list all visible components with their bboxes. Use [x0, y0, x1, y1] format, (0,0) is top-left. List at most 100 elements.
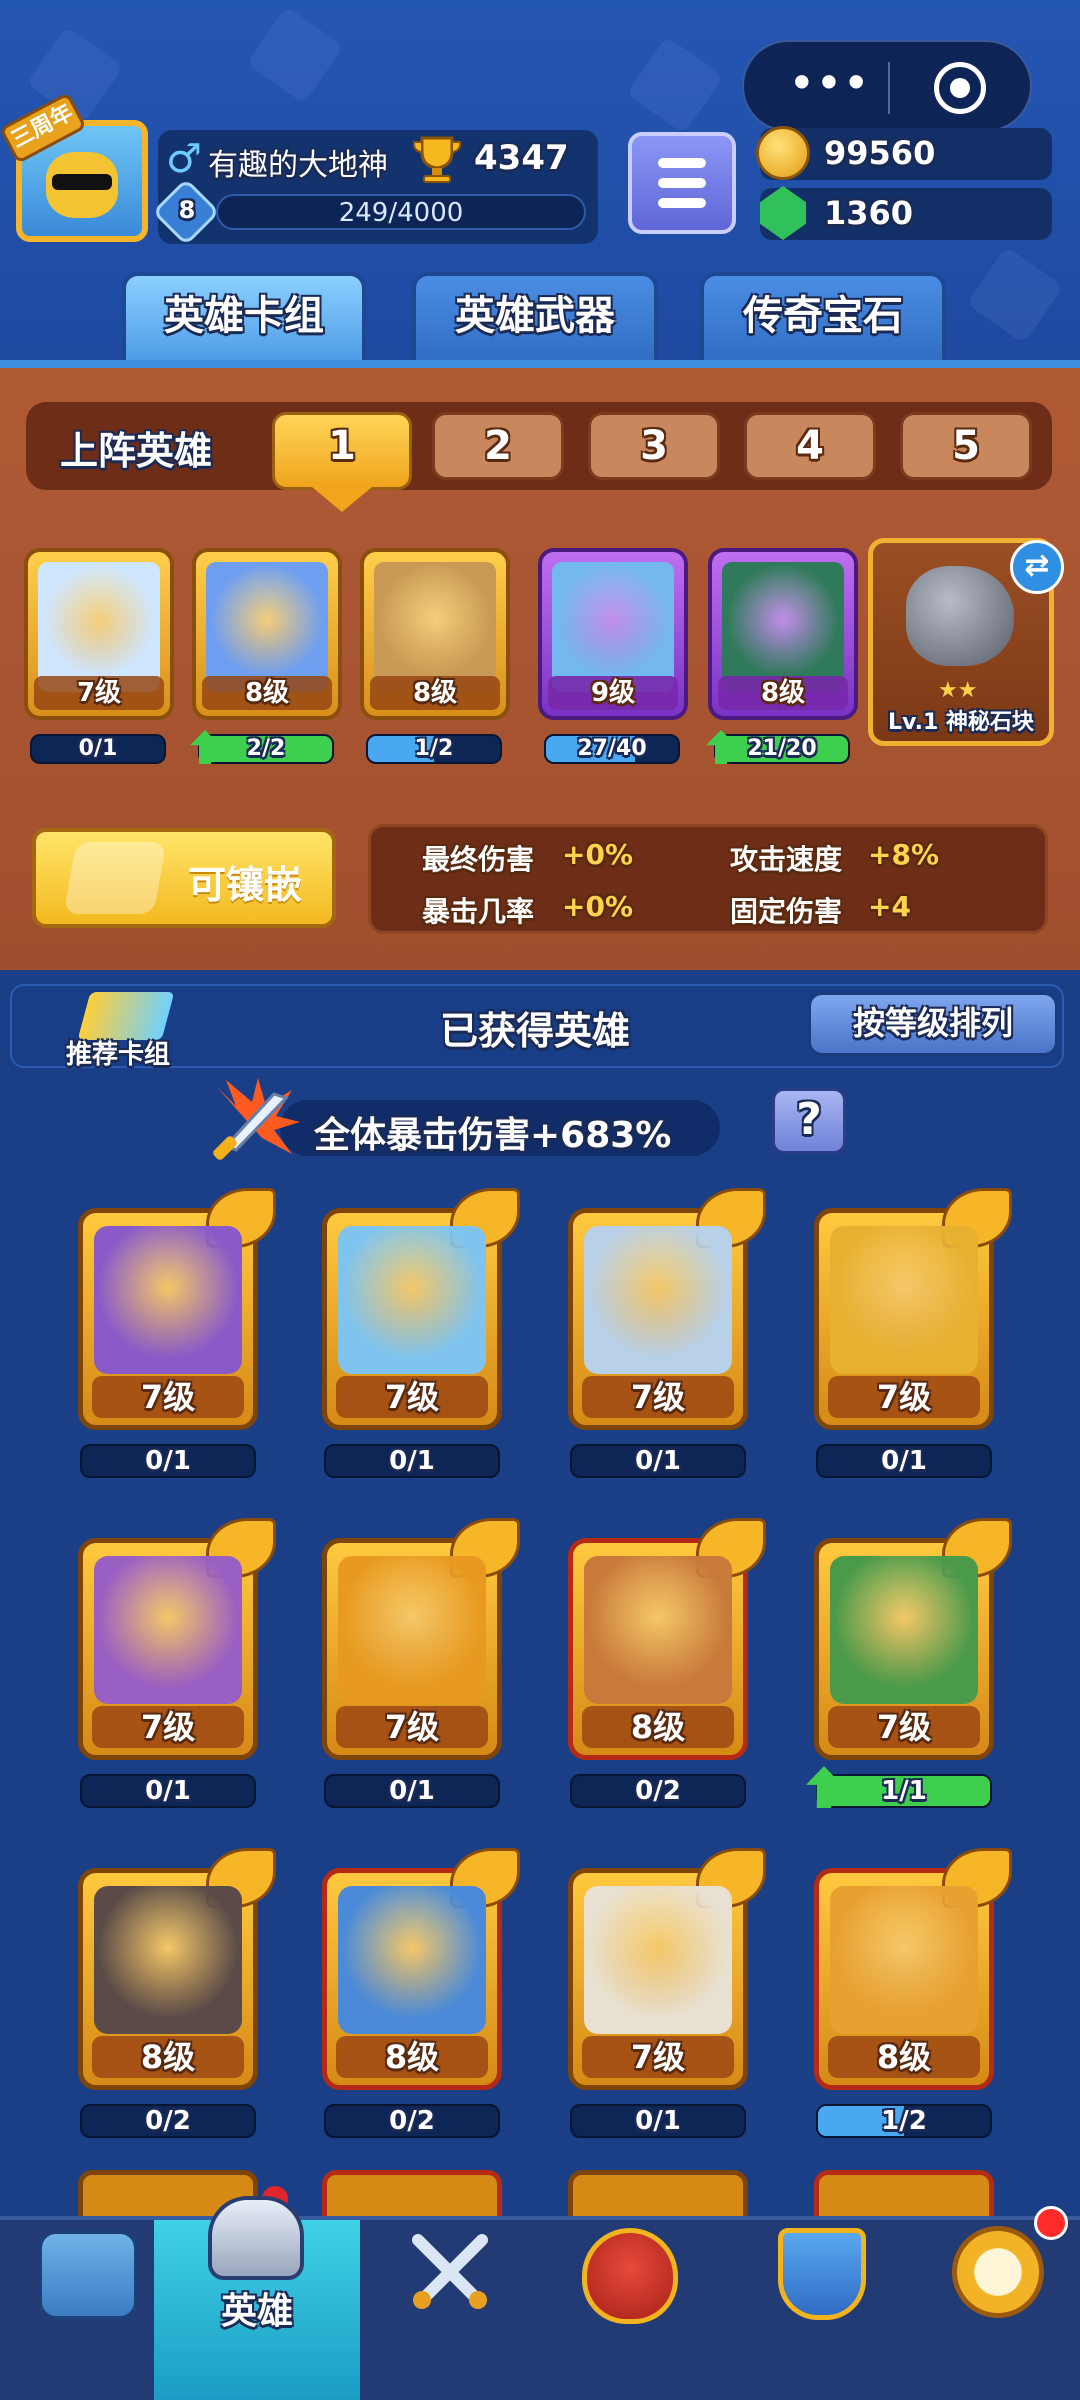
male-gender-icon: ♂	[166, 136, 202, 182]
team-hero-card[interactable]: 8级	[708, 548, 858, 720]
mystic-stone-icon	[906, 566, 1014, 666]
more-options-button[interactable]: •••	[784, 60, 874, 108]
collection-hero-card[interactable]: 7级	[814, 1188, 1012, 1430]
hero-card-partial	[814, 2170, 994, 2216]
menu-icon-line	[658, 178, 706, 188]
nav-compass-icon[interactable]	[952, 2226, 1044, 2318]
team-slot-1[interactable]: 1	[272, 412, 412, 490]
collection-hero-card[interactable]: 7级	[814, 1518, 1012, 1760]
nav-battle-swords-icon[interactable]	[400, 2222, 500, 2322]
nav-shop-chest-icon[interactable]	[38, 2230, 138, 2320]
team-hero-card[interactable]: 8级	[192, 548, 342, 720]
gold-count: 99560	[824, 134, 936, 172]
crit-sword-icon	[213, 1078, 300, 1160]
inlay-button-label: 可镶嵌	[188, 863, 303, 907]
sort-by-level-button[interactable]: 按等级排列	[808, 992, 1058, 1056]
hero-portrait	[38, 562, 160, 692]
progress-text: 1/2	[881, 2106, 927, 2136]
hero-level: 7级	[582, 2036, 734, 2078]
stat-fixed-damage-label: 固定伤害	[730, 895, 843, 928]
collection-hero-card[interactable]: 7级	[78, 1518, 276, 1760]
progress-text: 0/1	[881, 1446, 927, 1476]
hero-card-progress: 2/2	[198, 734, 334, 764]
stone-label: Lv.1 神秘石块	[888, 710, 1034, 735]
stat-final-damage-value: +0%	[562, 838, 633, 871]
hero-level: 9级	[548, 676, 678, 710]
avatar-sunglasses	[52, 174, 112, 190]
collection-hero-card[interactable]: 8级	[78, 1848, 276, 2090]
hero-portrait	[722, 562, 844, 692]
collection-hero-card[interactable]: 7级	[322, 1518, 520, 1760]
team-slot-4[interactable]: 4	[744, 412, 876, 480]
hero-level: 8级	[582, 1706, 734, 1748]
recommend-deck-label[interactable]: 推荐卡组	[66, 1034, 170, 1071]
hero-portrait	[584, 1226, 732, 1374]
hero-card-progress: 0/1	[816, 1444, 992, 1478]
stat-fixed-damage-value: +4	[868, 890, 911, 923]
hero-level: 7级	[828, 1706, 980, 1748]
hero-card-progress: 0/1	[570, 2104, 746, 2138]
collection-hero-card[interactable]: 7级	[78, 1188, 276, 1430]
bg-pattern	[966, 246, 1064, 344]
progress-text: 0/1	[389, 1446, 435, 1476]
hero-portrait	[94, 1556, 242, 1704]
hero-portrait	[206, 562, 328, 692]
tab-hero-weapons[interactable]: 英雄武器	[412, 272, 658, 364]
team-slot-5[interactable]: 5	[900, 412, 1032, 480]
team-hero-card[interactable]: 8级	[360, 548, 510, 720]
trophy-count: 4347	[474, 138, 569, 178]
menu-icon-line	[658, 198, 706, 208]
hero-helmet-icon	[208, 2196, 304, 2280]
team-hero-card[interactable]: 9级	[538, 548, 688, 720]
progress-text: 0/2	[389, 2106, 435, 2136]
team-hero-card[interactable]: 7级	[24, 548, 174, 720]
recommend-deck-icon[interactable]	[77, 992, 175, 1040]
hero-level: 7级	[92, 1706, 244, 1748]
hero-card-progress: 0/1	[80, 1444, 256, 1478]
hero-level: 8级	[336, 2036, 488, 2078]
collection-hero-card[interactable]: 7级	[322, 1188, 520, 1430]
nav-social-icon[interactable]	[778, 2228, 866, 2320]
player-level: 8	[178, 196, 196, 224]
team-slot-2[interactable]: 2	[432, 412, 564, 480]
hero-card-partial	[568, 2170, 748, 2216]
swap-icon[interactable]: ⇄	[1010, 540, 1064, 594]
progress-text: 0/1	[389, 1776, 435, 1806]
progress-text: 1/2	[414, 736, 454, 761]
progress-text: 2/2	[246, 736, 286, 761]
close-mini-program-icon[interactable]	[934, 62, 986, 114]
collection-title: 已获得英雄	[440, 1009, 631, 1053]
gold-coin-icon	[756, 126, 810, 180]
hero-card-progress: 0/1	[80, 1774, 256, 1808]
menu-icon-line	[658, 158, 706, 168]
stat-attack-speed-label: 攻击速度	[730, 843, 843, 876]
hero-portrait	[94, 1886, 242, 2034]
stat-crit-rate-label: 暴击几率	[422, 895, 535, 928]
progress-text: 0/1	[78, 736, 118, 761]
hero-card-progress: 1/1	[816, 1774, 992, 1808]
collection-hero-card[interactable]: 8级	[568, 1518, 766, 1760]
help-button[interactable]: ?	[772, 1088, 846, 1154]
progress-text: 1/1	[881, 1776, 927, 1806]
collection-hero-card[interactable]: 8级	[814, 1848, 1012, 2090]
team-slot-3[interactable]: 3	[588, 412, 720, 480]
menu-button[interactable]	[628, 132, 736, 234]
hero-card-progress: 0/2	[80, 2104, 256, 2138]
collection-hero-card[interactable]: 8级	[322, 1848, 520, 2090]
bg-pattern	[246, 6, 344, 104]
hero-portrait	[584, 1556, 732, 1704]
hero-portrait	[584, 1886, 732, 2034]
hero-level: 7级	[34, 676, 164, 710]
progress-text: 27/40	[577, 736, 647, 761]
collection-hero-card[interactable]: 7级	[568, 1848, 766, 2090]
tab-hero-cards[interactable]: 英雄卡组	[122, 272, 366, 364]
hero-portrait	[374, 562, 496, 692]
hero-card-progress: 0/1	[324, 1444, 500, 1478]
hero-level: 8级	[828, 2036, 980, 2078]
hero-card-progress: 21/20	[714, 734, 850, 764]
collection-hero-card[interactable]: 7级	[568, 1188, 766, 1430]
nav-crown-icon[interactable]	[582, 2228, 678, 2324]
player-name: 有趣的大地神	[208, 148, 388, 183]
hero-level: 7级	[828, 1376, 980, 1418]
tab-legendary-gems[interactable]: 传奇宝石	[700, 272, 946, 364]
